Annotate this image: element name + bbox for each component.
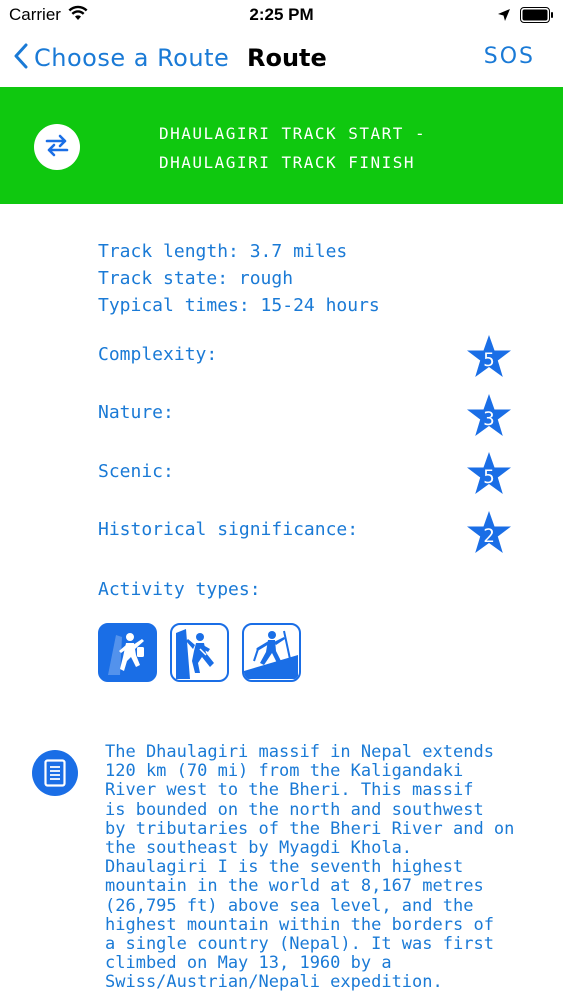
page-title: Route bbox=[247, 44, 327, 72]
scenic-value: 5 bbox=[483, 466, 494, 488]
rating-label-complexity: Complexity: bbox=[98, 344, 218, 365]
complexity-value: 5 bbox=[483, 349, 494, 371]
route-description: The Dhaulagiri massif in Nepal extends 1… bbox=[105, 742, 515, 993]
swap-route-button[interactable] bbox=[34, 124, 80, 170]
route-start: DHAULAGIRI TRACK START - bbox=[159, 124, 427, 143]
climbing-icon[interactable] bbox=[98, 623, 157, 682]
nature-star-rating: 3 bbox=[466, 393, 512, 439]
activity-types-label: Activity types: bbox=[98, 579, 261, 600]
document-icon bbox=[32, 750, 78, 796]
historical-value: 2 bbox=[483, 525, 494, 547]
location-arrow-icon bbox=[497, 7, 511, 26]
battery-icon bbox=[520, 7, 554, 23]
status-time: 2:25 PM bbox=[249, 5, 314, 24]
rating-label-scenic: Scenic: bbox=[98, 461, 174, 482]
nature-value: 3 bbox=[483, 408, 494, 430]
route-finish: DHAULAGIRI TRACK FINISH bbox=[159, 153, 416, 172]
route-endpoints: DHAULAGIRI TRACK START - DHAULAGIRI TRAC… bbox=[159, 119, 426, 177]
scenic-star-rating: 5 bbox=[466, 451, 512, 497]
back-button-label: Choose a Route bbox=[34, 44, 230, 72]
back-button[interactable]: Choose a Route bbox=[14, 40, 229, 76]
historical-star-rating: 2 bbox=[466, 510, 512, 556]
rating-label-nature: Nature: bbox=[98, 402, 174, 423]
navigation-bar: Choose a Route Route SOS bbox=[0, 30, 563, 87]
hiking-icon[interactable] bbox=[242, 623, 301, 682]
track-state: Track state: rough bbox=[98, 268, 294, 289]
swap-arrows-icon bbox=[43, 133, 71, 161]
typical-times: Typical times: 15-24 hours bbox=[98, 295, 380, 316]
chevron-left-icon bbox=[14, 43, 28, 73]
track-length: Track length: 3.7 miles bbox=[98, 241, 348, 262]
status-bar: Carrier 2:25 PM bbox=[0, 0, 563, 30]
rating-label-historical: Historical significance: bbox=[98, 519, 359, 540]
complexity-star-rating: 5 bbox=[466, 334, 512, 380]
climbing-outline-icon[interactable] bbox=[170, 623, 229, 682]
sos-button[interactable]: SOS bbox=[484, 44, 535, 69]
